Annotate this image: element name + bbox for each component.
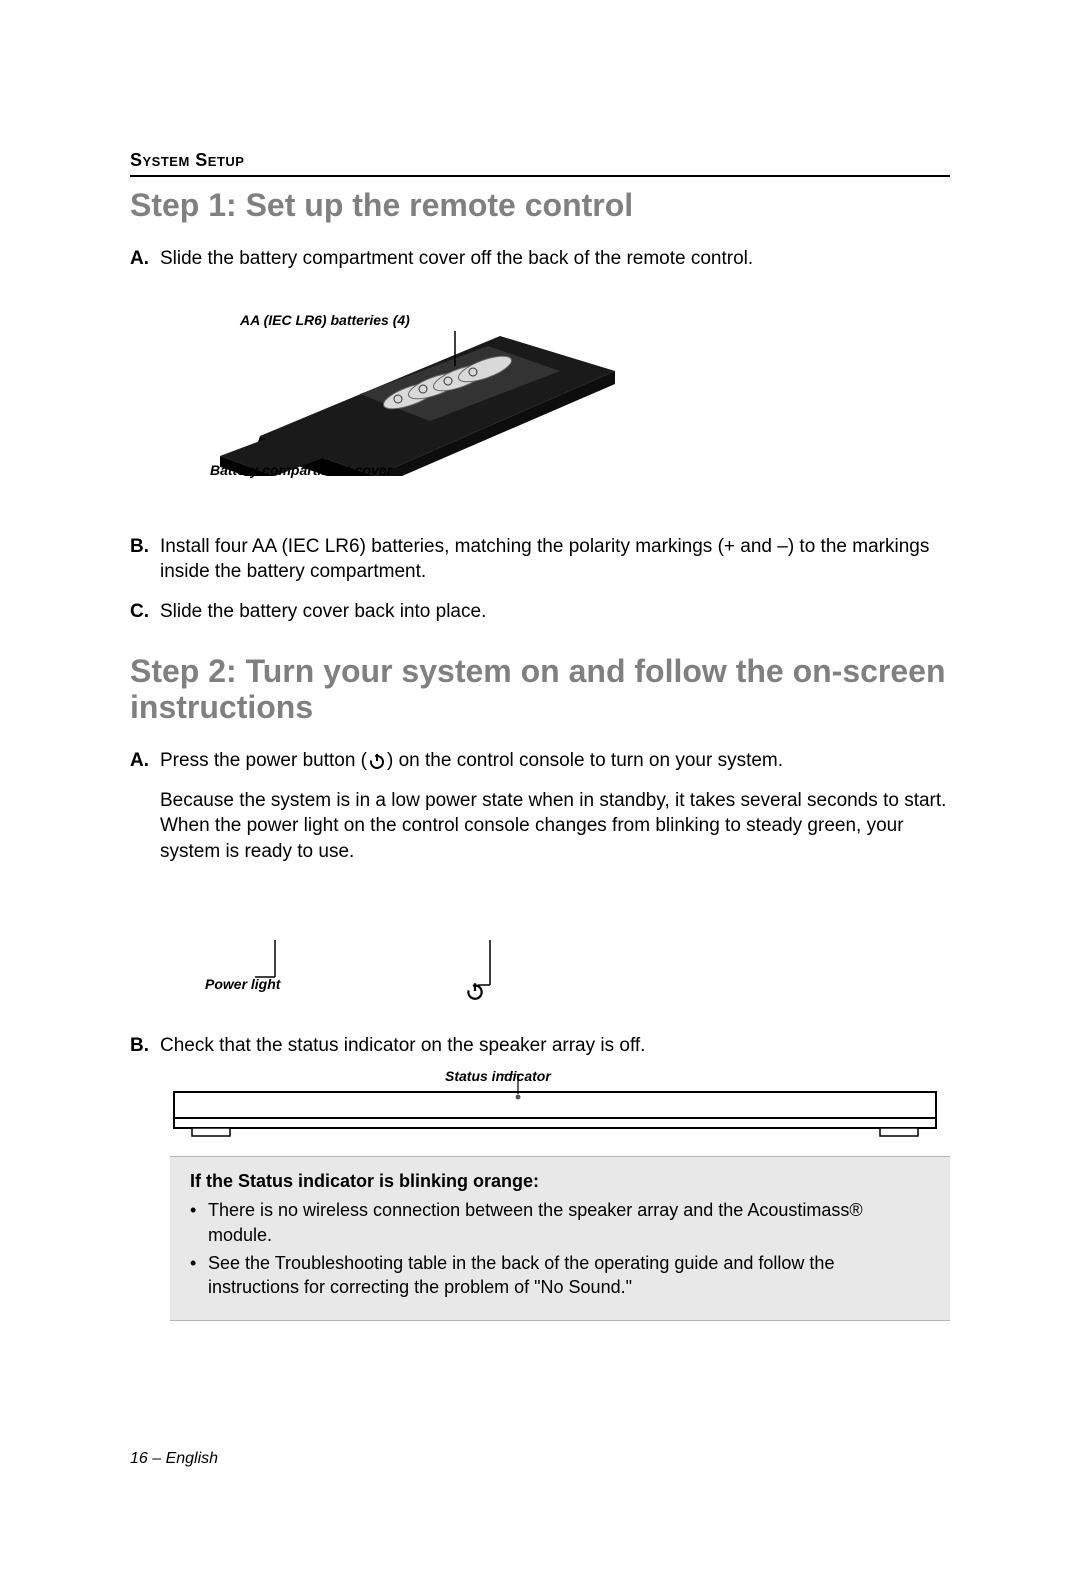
speaker-array-diagram: Status indicator [170, 1074, 940, 1144]
step2-b-text: Check that the status indicator on the s… [160, 1033, 950, 1059]
console-diagram: Power light [170, 885, 570, 1025]
speaker-illustration [170, 1074, 940, 1144]
step1-item-b: B. Install four AA (IEC LR6) batteries, … [130, 534, 950, 585]
step2-a-text: Press the power button ( ) on the control… [160, 748, 950, 774]
label-batteries: AA (IEC LR6) batteries (4) [240, 312, 410, 328]
step2-a-letter: A. [130, 748, 160, 774]
step1-c-letter: C. [130, 599, 160, 625]
manual-page: System Setup Step 1: Set up the remote c… [0, 0, 1080, 1578]
step1-b-letter: B. [130, 534, 160, 560]
step2-list-b: B. Check that the status indicator on th… [130, 1033, 950, 1059]
step1-c-text: Slide the battery cover back into place. [160, 599, 950, 625]
step1-heading: Step 1: Set up the remote control [130, 187, 950, 224]
step1-item-a: A. Slide the battery compartment cover o… [130, 246, 950, 272]
step2-list: A. Press the power button ( ) on the cont… [130, 748, 950, 865]
power-icon [465, 981, 485, 1001]
remote-illustration [220, 316, 620, 476]
console-illustration [170, 885, 570, 1025]
step2-item-b: B. Check that the status indicator on th… [130, 1033, 950, 1059]
step1-list-cont: B. Install four AA (IEC LR6) batteries, … [130, 534, 950, 625]
step2-a-para2: Because the system is in a low power sta… [160, 788, 950, 865]
step2-b-letter: B. [130, 1033, 160, 1059]
section-label: System Setup [130, 150, 950, 171]
step2-a-before: Press the power button ( [160, 750, 367, 771]
note-bullet-2: See the Troubleshooting table in the bac… [190, 1251, 930, 1300]
note-box: If the Status indicator is blinking oran… [170, 1156, 950, 1320]
step1-a-text: Slide the battery compartment cover off … [160, 246, 950, 272]
step1-b-text: Install four AA (IEC LR6) batteries, mat… [160, 534, 950, 585]
label-cover: Battery compartment cover [210, 462, 392, 478]
step2-a-after: ) on the control console to turn on your… [387, 750, 783, 771]
step2-item-a: A. Press the power button ( ) on the cont… [130, 748, 950, 865]
step1-item-c: C. Slide the battery cover back into pla… [130, 599, 950, 625]
label-power-light: Power light [205, 977, 280, 992]
page-footer: 16 – English [130, 1450, 218, 1468]
step2-heading: Step 2: Turn your system on and follow t… [130, 653, 950, 727]
power-icon [368, 752, 386, 770]
step1-a-letter: A. [130, 246, 160, 272]
remote-diagram: AA (IEC LR6) batteries (4) Battery compa… [170, 286, 650, 516]
divider [130, 175, 950, 177]
note-heading: If the Status indicator is blinking oran… [190, 1171, 930, 1192]
note-bullet-1: There is no wireless connection between … [190, 1198, 930, 1247]
label-status-indicator: Status indicator [445, 1068, 551, 1084]
step1-list: A. Slide the battery compartment cover o… [130, 246, 950, 272]
note-bullets: There is no wireless connection between … [190, 1198, 930, 1299]
